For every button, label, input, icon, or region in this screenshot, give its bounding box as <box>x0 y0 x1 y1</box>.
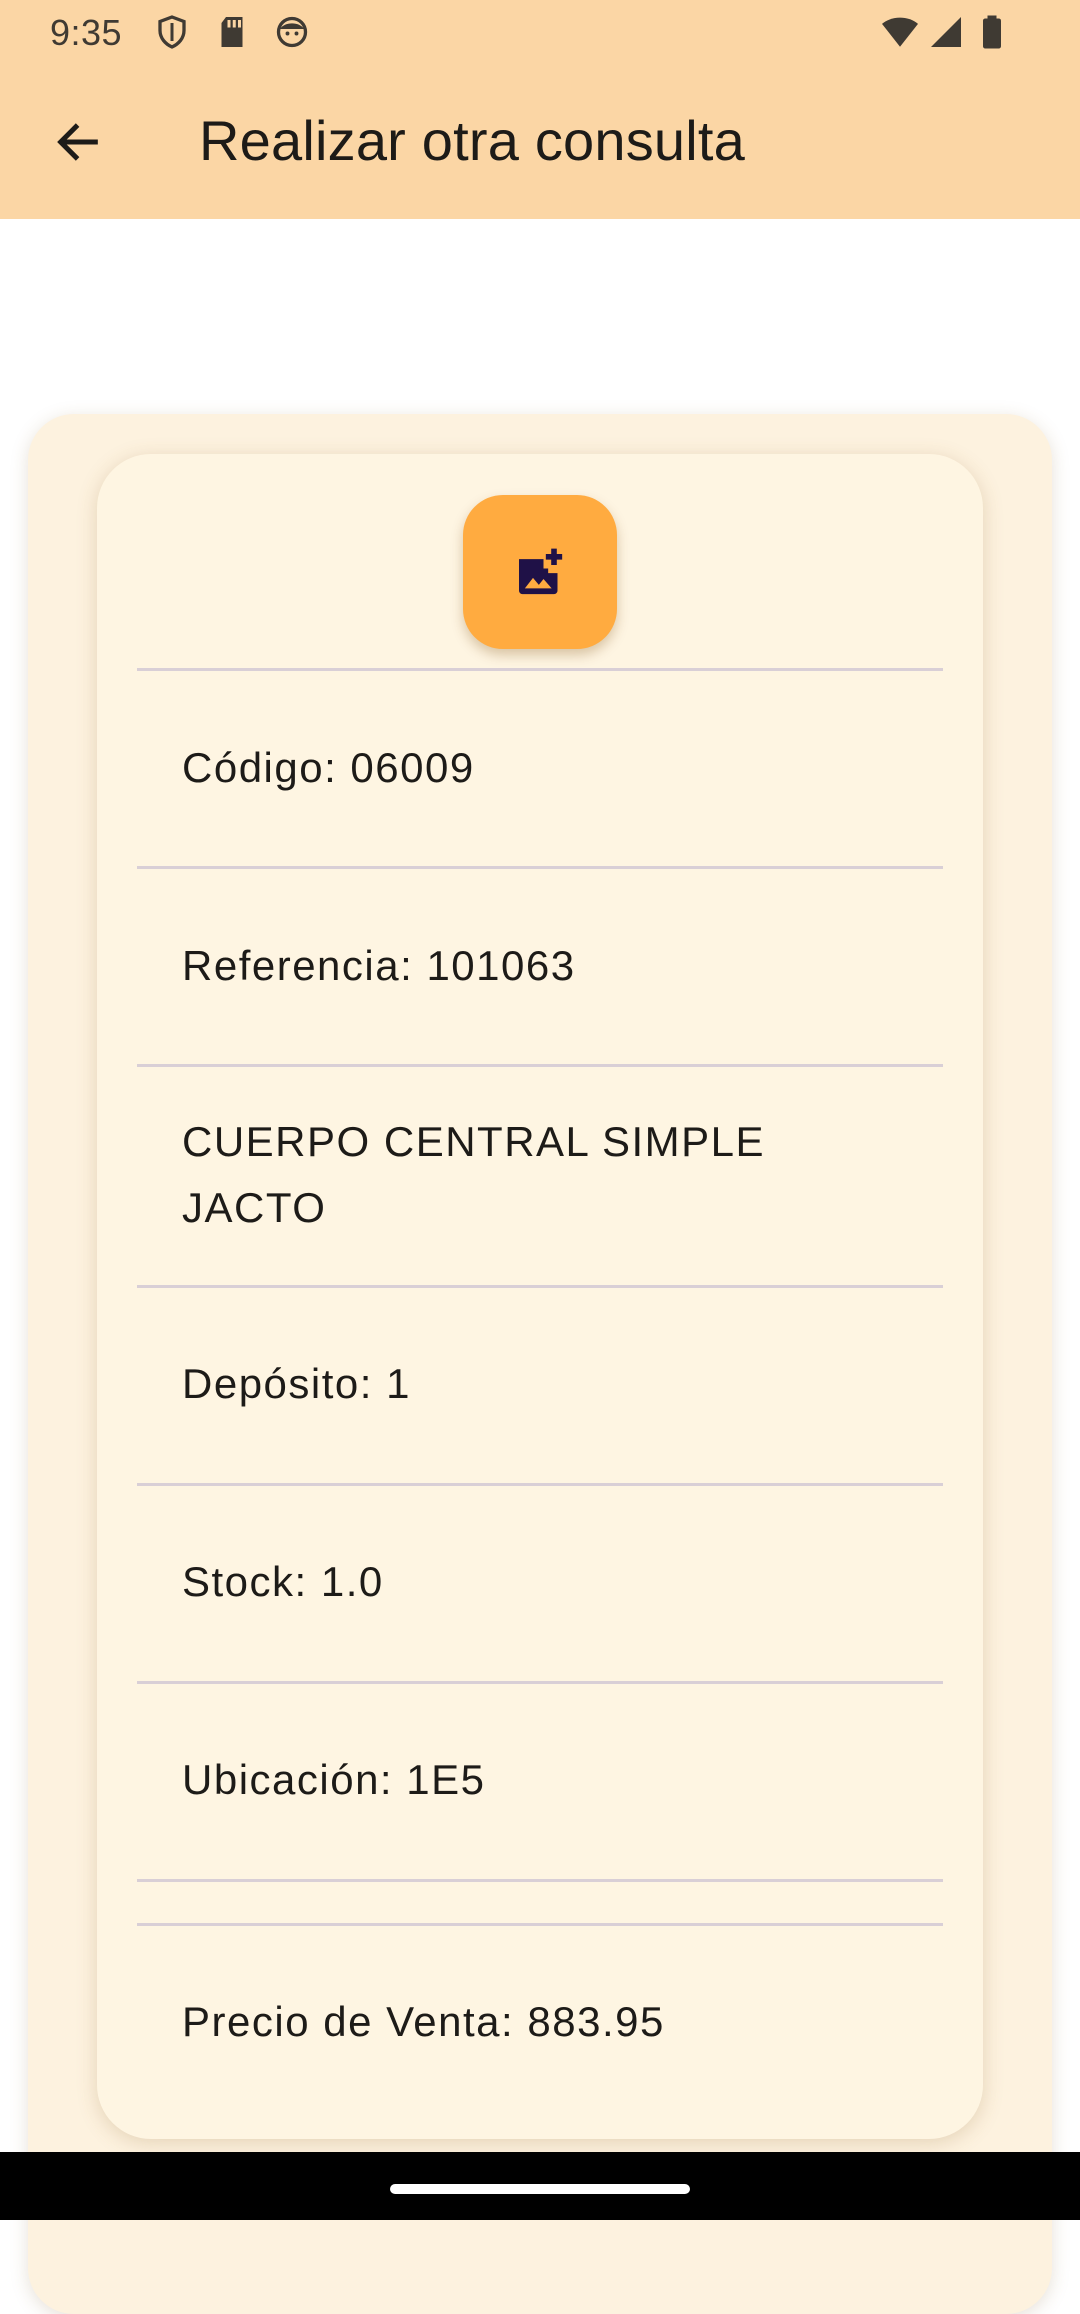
divider <box>137 668 943 671</box>
shield-icon <box>154 14 190 50</box>
referencia-text: Referencia: 101063 <box>182 942 576 989</box>
codigo-text: Código: 06009 <box>182 744 475 791</box>
deposito-text: Depósito: 1 <box>182 1360 411 1407</box>
back-button[interactable] <box>40 104 116 180</box>
sd-card-icon <box>214 14 250 50</box>
wifi-icon <box>880 14 920 50</box>
status-bar: 9:35 <box>0 0 1080 66</box>
status-time: 9:35 <box>50 12 123 53</box>
descripcion-line-2: JACTO <box>182 1184 327 1231</box>
descripcion-line-1: CUERPO CENTRAL SIMPLE <box>182 1118 766 1165</box>
page-title: Realizar otra consulta <box>199 109 745 172</box>
divider <box>137 1923 943 1926</box>
add-photo-icon <box>512 544 568 600</box>
add-photo-button[interactable] <box>463 495 617 649</box>
signal-icon <box>928 14 964 50</box>
divider <box>137 1285 943 1288</box>
home-gesture-handle[interactable] <box>390 2184 690 2194</box>
arrow-left-icon <box>52 116 104 168</box>
stock-text: Stock: 1.0 <box>182 1558 384 1605</box>
divider <box>137 1681 943 1684</box>
divider <box>137 866 943 869</box>
battery-icon <box>978 14 1006 50</box>
precio-venta-text: Precio de Venta: 883.95 <box>182 1998 665 2045</box>
ubicacion-text: Ubicación: 1E5 <box>182 1756 486 1803</box>
face-icon <box>274 14 310 50</box>
product-detail-card <box>97 454 983 2139</box>
divider <box>137 1483 943 1486</box>
divider <box>137 1064 943 1067</box>
divider <box>137 1879 943 1882</box>
